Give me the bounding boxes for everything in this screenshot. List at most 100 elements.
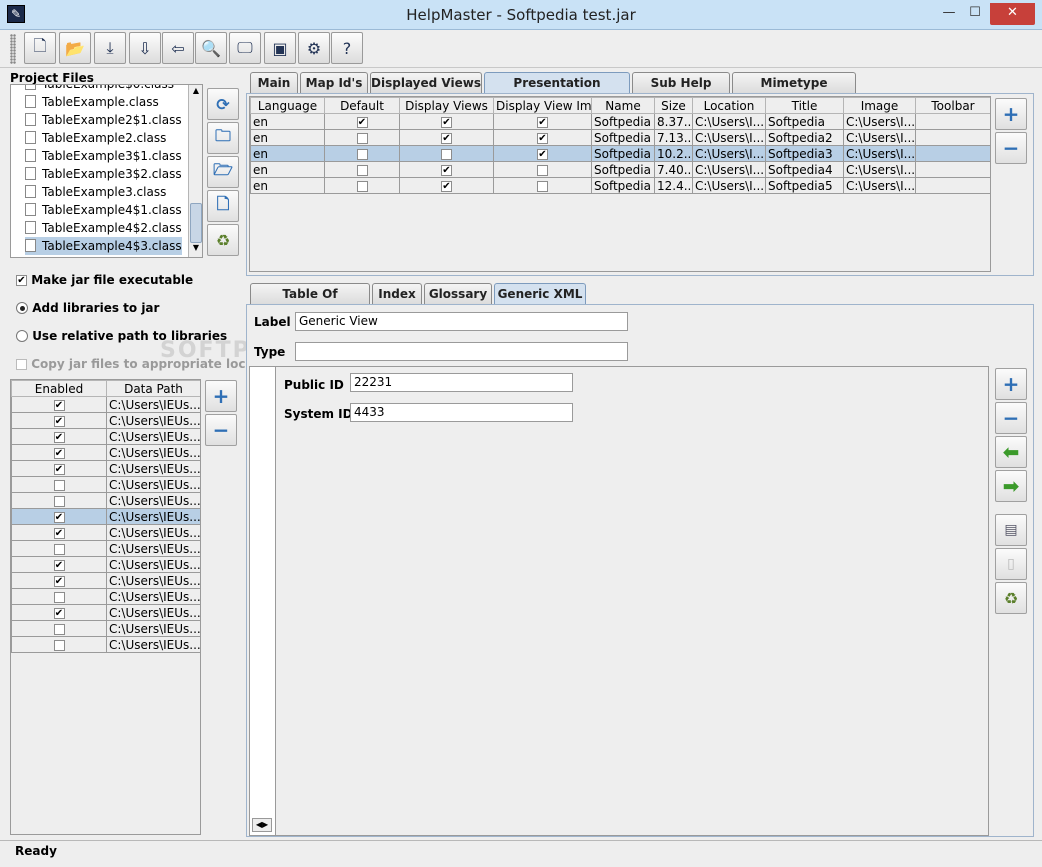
data-path-cell[interactable]: C:\Users\IEUs... — [106, 492, 200, 509]
scroll-down-icon[interactable]: ▼ — [190, 243, 202, 257]
column-header-size[interactable]: Size — [654, 97, 693, 114]
enabled-cell[interactable] — [11, 540, 107, 557]
display-views-checkbox[interactable] — [441, 148, 452, 160]
data-path-cell[interactable]: C:\Users\IEUs... — [106, 620, 200, 637]
display-view-image-cell[interactable] — [493, 177, 592, 194]
default-cell[interactable] — [324, 161, 400, 178]
save-icon[interactable]: ⤓ — [94, 32, 126, 64]
move-left-button[interactable]: ⬅ — [995, 436, 1027, 468]
enabled-checkbox[interactable] — [53, 591, 65, 603]
display-views-cell[interactable] — [399, 145, 494, 162]
name-cell[interactable]: Softpedia — [591, 145, 655, 162]
default-cell[interactable] — [324, 145, 400, 162]
recycle-bin-button[interactable]: ♻ — [207, 224, 239, 256]
data-path-cell[interactable]: C:\Users\IEUs... — [106, 524, 200, 541]
tab-presentation-windows[interactable]: Presentation Windows — [484, 72, 630, 110]
table-row[interactable]: en ✔ Softpedia 12.4... C:\Users\I... Softpedi… — [250, 177, 990, 194]
table-row[interactable]: C:\Users\IEUs... — [11, 636, 200, 653]
enabled-cell[interactable]: ✔ — [11, 460, 107, 477]
public-id-input[interactable]: 22231 — [350, 373, 573, 392]
copy-jar-files-checkbox[interactable] — [16, 359, 27, 370]
add-library-button[interactable]: + — [205, 380, 237, 412]
tab-sub-help-files[interactable]: Sub Help Files — [632, 72, 730, 110]
data-path-cell[interactable]: C:\Users\IEUs... — [106, 588, 200, 605]
table-row[interactable]: C:\Users\IEUs... — [11, 492, 200, 509]
default-checkbox[interactable] — [356, 180, 368, 192]
enabled-checkbox[interactable] — [53, 623, 65, 635]
column-header-toolbar[interactable]: Toolbar — [915, 97, 990, 114]
table-row[interactable]: C:\Users\IEUs... — [11, 540, 200, 557]
data-path-cell[interactable]: C:\Users\IEUs... — [106, 476, 200, 493]
size-cell[interactable]: 7.13... — [654, 129, 693, 146]
table-row[interactable]: ✔ C:\Users\IEUs... — [11, 556, 200, 573]
column-header-display-views[interactable]: Display Views — [399, 97, 494, 114]
column-header-enabled[interactable]: Enabled — [11, 380, 107, 397]
add-element-button[interactable]: + — [995, 368, 1027, 400]
enabled-cell[interactable] — [11, 620, 107, 637]
default-checkbox[interactable]: ✔ — [356, 116, 368, 128]
toolbar-cell[interactable] — [915, 113, 990, 130]
enabled-checkbox[interactable]: ✔ — [53, 575, 65, 587]
image-cell[interactable]: C:\Users\I... — [843, 113, 916, 130]
tab-mimetype-viewers[interactable]: Mimetype Viewers — [732, 72, 856, 110]
table-row[interactable]: en ✔ Softpedia 10.2... C:\Users\I... Softpedi… — [250, 145, 990, 162]
title-cell[interactable]: Softpedia — [765, 113, 844, 130]
toolbar-cell[interactable] — [915, 129, 990, 146]
table-row[interactable]: C:\Users\IEUs... — [11, 620, 200, 637]
location-cell[interactable]: C:\Users\I... — [692, 177, 766, 194]
enabled-cell[interactable]: ✔ — [11, 444, 107, 461]
column-header-language[interactable]: Language — [250, 97, 325, 114]
new-file-button[interactable]: 🗋 — [207, 190, 239, 222]
data-path-cell[interactable]: C:\Users\IEUs... — [106, 428, 200, 445]
data-path-cell[interactable]: C:\Users\IEUs... — [106, 444, 200, 461]
default-cell[interactable] — [324, 177, 400, 194]
data-path-cell[interactable]: C:\Users\IEUs... — [106, 412, 200, 429]
column-header-image[interactable]: Image — [843, 97, 916, 114]
data-path-cell[interactable]: C:\Users\IEUs... — [106, 396, 200, 413]
tab-main[interactable]: Main — [250, 72, 298, 93]
display-view-image-checkbox[interactable] — [537, 180, 548, 192]
table-row[interactable]: ✔ C:\Users\IEUs... — [11, 396, 200, 413]
delete-element-button[interactable]: ♻ — [995, 582, 1027, 614]
enabled-cell[interactable] — [11, 476, 107, 493]
refresh-button[interactable]: ⟳ — [207, 88, 239, 120]
title-cell[interactable]: Softpedia3 — [765, 145, 844, 162]
enabled-cell[interactable] — [11, 636, 107, 653]
label-input[interactable]: Generic View — [295, 312, 628, 331]
display-view-image-checkbox[interactable] — [537, 164, 548, 176]
tree-item[interactable]: TableExample2.class — [25, 129, 166, 147]
enabled-cell[interactable]: ✔ — [11, 412, 107, 429]
type-input[interactable] — [295, 342, 628, 361]
display-view-image-cell[interactable]: ✔ — [493, 129, 592, 146]
move-right-button[interactable]: ➡ — [995, 470, 1027, 502]
language-cell[interactable]: en — [250, 177, 325, 194]
display-views-cell[interactable]: ✔ — [399, 113, 494, 130]
size-cell[interactable]: 7.40... — [654, 161, 693, 178]
make-jar-executable-option[interactable]: ✔ Make jar file executable — [16, 273, 193, 287]
tree-item[interactable]: TableExample3$2.class — [25, 165, 182, 183]
image-cell[interactable]: C:\Users\I... — [843, 161, 916, 178]
enabled-cell[interactable] — [11, 588, 107, 605]
table-row[interactable]: en ✔ ✔ Softpedia 7.13... C:\Users\I... Softped… — [250, 129, 990, 146]
close-button[interactable]: ✕ — [990, 3, 1035, 25]
data-path-cell[interactable]: C:\Users\IEUs... — [106, 540, 200, 557]
display-view-image-cell[interactable]: ✔ — [493, 113, 592, 130]
enabled-cell[interactable]: ✔ — [11, 524, 107, 541]
tree-item[interactable]: TableExample3.class — [25, 183, 166, 201]
column-header-display-view-image[interactable]: Display View Im... — [493, 97, 592, 114]
enabled-checkbox[interactable] — [53, 479, 65, 491]
column-header-default[interactable]: Default — [324, 97, 400, 114]
table-row[interactable]: C:\Users\IEUs... — [11, 476, 200, 493]
build-icon[interactable]: ⚙ — [298, 32, 330, 64]
language-cell[interactable]: en — [250, 113, 325, 130]
display-view-image-cell[interactable]: ✔ — [493, 145, 592, 162]
table-row[interactable]: ✔ C:\Users\IEUs... — [11, 428, 200, 445]
enabled-cell[interactable]: ✔ — [11, 572, 107, 589]
display-views-checkbox[interactable]: ✔ — [441, 164, 452, 176]
enabled-checkbox[interactable]: ✔ — [53, 607, 65, 619]
table-row[interactable]: en ✔ ✔ ✔ Softpedia 8.37... C:\Users\I... Softpe… — [250, 113, 990, 130]
data-path-cell[interactable]: C:\Users\IEUs... — [106, 636, 200, 653]
enabled-checkbox[interactable]: ✔ — [53, 399, 65, 411]
enabled-checkbox[interactable]: ✔ — [53, 431, 65, 443]
image-cell[interactable]: C:\Users\I... — [843, 129, 916, 146]
